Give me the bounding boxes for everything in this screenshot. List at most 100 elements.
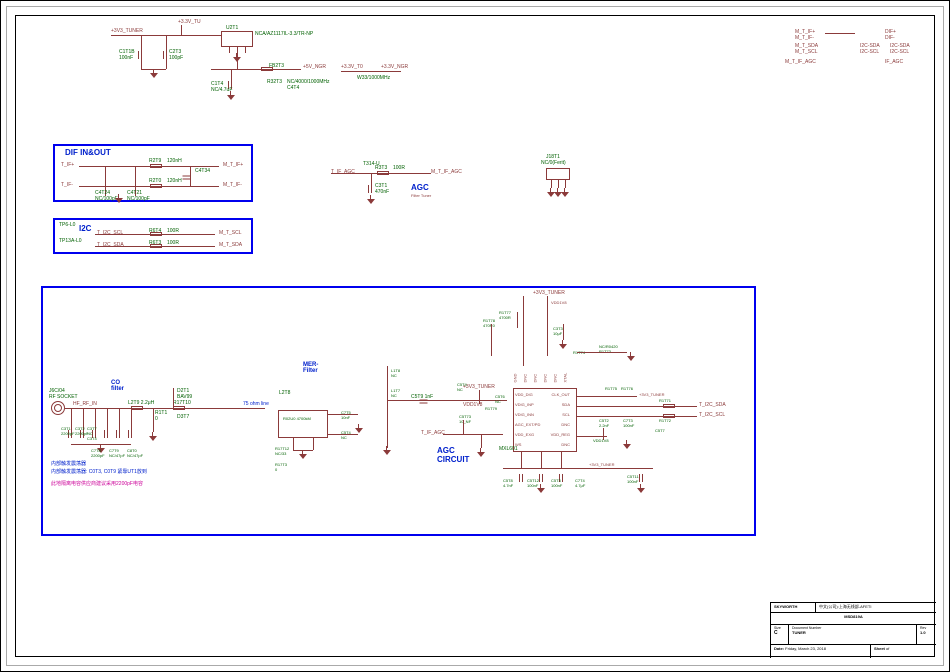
main-r3: R17T12 NC/33: [275, 446, 289, 456]
main-conn-part: RF SOCKET: [49, 394, 78, 400]
tb-docno: Document Number TUNER: [788, 624, 916, 644]
main-hfin: HF_RF_IN: [73, 401, 97, 407]
agc-out: M_T_IF_AGC: [431, 169, 462, 175]
main-c6: C5T4 NC: [341, 430, 351, 440]
opt-part: NC/0(Ferit): [541, 160, 566, 166]
i2c-r2: R6T3: [149, 240, 161, 246]
main-mer: MER- Filter: [303, 362, 318, 374]
psu-bead: W33/1000MHz: [357, 75, 390, 81]
pin-t4: DNC: [553, 374, 558, 383]
main-c12: C5T2 2.2nF: [599, 418, 609, 428]
main-c10: C5T8 4.7nF: [503, 478, 513, 488]
tb-date: Date: Friday, March 23, 2018: [770, 644, 870, 658]
main-note2: 内部触发震荡器: C0T3, C0T9 紧靠UT1放到: [51, 468, 147, 475]
psu-r1: R32T3: [267, 79, 282, 85]
i2c-r1v: 100R: [167, 228, 179, 234]
legend-r3: I2C-SCL: [890, 49, 909, 55]
cb0: C3T1 2200pF: [61, 426, 75, 436]
dif-inn: T_IF-: [61, 182, 73, 188]
psu-r3b: +3.3V_NGR: [381, 64, 408, 70]
pin-t5: XTAL: [563, 373, 568, 383]
dif-outn: M_T_IF-: [223, 182, 242, 188]
pin-r4: VDD_REG: [551, 432, 570, 437]
main-c5: C7T5 10nF: [341, 410, 351, 420]
pin-l3: AGC_EXT/PD: [515, 422, 540, 427]
dif-outp: M_T_IF+: [223, 162, 243, 168]
dif-title: DIF IN&OUT: [65, 148, 111, 157]
main-note1: 内部触发震荡器: [51, 460, 86, 467]
main-rvert: R1T1 0: [155, 410, 167, 422]
main-note3: 此地隔离电容供应商建议采用2200pF电容: [51, 480, 143, 487]
legend-m3: I2C-SCL: [860, 49, 879, 55]
main-l3: L1T7 NC: [391, 388, 400, 398]
pin-t0: GND: [513, 374, 518, 383]
main-r6: R1T79: [485, 406, 497, 411]
main-rail-top: +3V3_TUNER: [533, 290, 565, 296]
psu-reg-ref: U2T1: [226, 25, 238, 31]
agc-cv: 470nF: [375, 189, 389, 195]
psu-r3a: +3.3V_T0: [341, 64, 363, 70]
i2c-oscl: M_T_SCL: [219, 230, 242, 236]
i2c-r2v: 100R: [167, 240, 179, 246]
agc-rv: 100R: [393, 165, 405, 171]
main-scl: T_I2C_SCL: [699, 412, 725, 418]
main-c5t7: C5T7: [655, 428, 665, 433]
legend-l1: M_T_IF-: [795, 35, 814, 41]
main-l2: L1T8 NC: [391, 368, 400, 378]
main-c14: C7T4 4.7μF: [575, 478, 585, 488]
main-box: J6C/04 RF SOCKET HF_RF_IN CO filter L2T9…: [41, 286, 756, 536]
agc-small-block: T_IF_AGC T314-U R3T3 100R C3T1 470nF M_T…: [331, 169, 451, 219]
pin-r5: DNC: [561, 442, 570, 447]
main-co: CO filter: [111, 380, 124, 392]
main-c16: C5T12 100nF: [527, 478, 539, 488]
main-agc-lbl: AGC CIRCUIT: [437, 446, 469, 464]
cb3: C7T8 2200pF: [91, 448, 105, 458]
main-rtop: R1T77 4700R: [499, 310, 511, 320]
main-r4: R17T3 0: [275, 462, 287, 472]
cb5: C8T0 NC/47pF: [127, 448, 143, 458]
pin-t2: DNC: [533, 374, 538, 383]
pin-l4: VDD_EXG: [515, 432, 534, 437]
psu-block: +3V3_TUNER +3.3V_TU C1T1B 100nF C2T3 100…: [111, 31, 371, 111]
title-block: SKYWORTH 中文(公司):上海无线部-AFETI MSD819A Size…: [770, 602, 935, 657]
dif-c2v: NC/100pF: [127, 196, 150, 202]
main-rail-vdd2: VDD1V8: [463, 402, 482, 408]
main-r1t75: R1T75: [605, 386, 617, 391]
main-rail-right2: +3V3_TUNER: [589, 462, 614, 467]
dif-inp: T_IF+: [61, 162, 74, 168]
main-r5: R1T78 470R0: [483, 318, 495, 328]
pin-r1: SDA: [562, 402, 570, 407]
agc-title: AGC: [411, 183, 429, 192]
psu-reg-part: NCA/AZ1117IL-3.3/TR-NP: [255, 31, 313, 37]
pin-l0: VDD_DIG: [515, 392, 533, 397]
legend-r1: DIF-: [885, 35, 895, 41]
i2c-tp2: TP13A-L0: [59, 238, 82, 244]
main-d1: D2T1 BAV99: [177, 388, 192, 400]
dif-r2: R2T0: [149, 178, 161, 184]
main-vdd1v8: VDD1V8: [593, 438, 609, 443]
tb-company: SKYWORTH: [770, 602, 815, 612]
i2c-scl: T_I2C_SCL: [97, 230, 123, 236]
main-vdd: VDD1V8: [551, 300, 567, 305]
main-r2: R02U0 4700kM: [283, 416, 311, 421]
psu-c2v: 100pF: [169, 55, 183, 61]
i2c-tp1: TP6-L0: [59, 222, 75, 228]
tb-sheet: Sheet of: [870, 644, 936, 658]
main-c5t6: C5T6 NC: [495, 394, 505, 404]
pin-t3: DNC: [543, 374, 548, 383]
psu-c1v: 100nF: [119, 55, 133, 61]
main-c15: C5T11 100nF: [627, 474, 639, 484]
pin-l5: WS: [515, 442, 521, 447]
optional-part: J18T1 NC/0(Ferit): [541, 156, 581, 196]
i2c-osda: M_T_SDA: [219, 242, 242, 248]
psu-rail-in: +3V3_TUNER: [111, 28, 143, 34]
dif-r1v: 120nH: [167, 158, 182, 164]
agc-sub: Filter Tuner: [411, 193, 431, 198]
main-r1t76: R1T76: [621, 386, 633, 391]
main-r1t71: R1T71: [659, 398, 671, 403]
tb-rev: Rev 1.0: [916, 624, 936, 644]
main-d2: D3T7: [177, 414, 189, 420]
pin-r0: CLK_OUT: [552, 392, 570, 397]
main-c8: C5T73 10_NF: [459, 414, 471, 424]
tb-project: 中文(公司):上海无线部-AFETI: [815, 602, 936, 612]
